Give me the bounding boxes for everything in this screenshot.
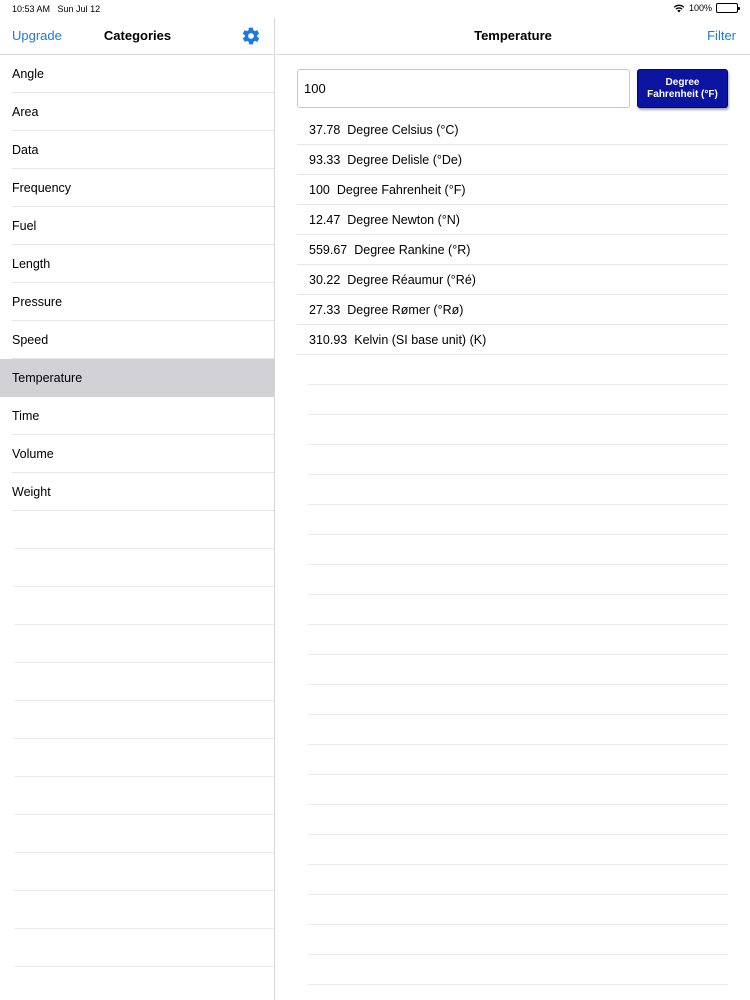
result-value: 93.33 xyxy=(309,153,341,167)
sidebar-item-area[interactable]: Area xyxy=(0,93,274,131)
sidebar-item-speed[interactable]: Speed xyxy=(0,321,274,359)
empty-list-row xyxy=(0,587,274,625)
empty-result-row xyxy=(297,895,728,925)
empty-result-row xyxy=(297,505,728,535)
empty-result-row xyxy=(297,415,728,445)
empty-result-row xyxy=(297,445,728,475)
result-unit: Degree Réaumur (°Ré) xyxy=(347,273,476,287)
result-value: 310.93 xyxy=(309,333,348,347)
sidebar-item-volume[interactable]: Volume xyxy=(0,435,274,473)
result-value: 12.47 xyxy=(309,213,341,227)
status-indicators: 100% xyxy=(673,3,740,13)
empty-list-row xyxy=(0,929,274,967)
empty-list-row xyxy=(0,625,274,663)
result-row[interactable]: 12.47 Degree Newton (°N) xyxy=(297,205,728,235)
result-unit: Degree Rankine (°R) xyxy=(354,243,471,257)
result-row[interactable]: 310.93 Kelvin (SI base unit) (K) xyxy=(297,325,728,355)
battery-percent: 100% xyxy=(688,3,712,13)
result-value: 559.67 xyxy=(309,243,348,257)
empty-result-row xyxy=(297,925,728,955)
result-value: 27.33 xyxy=(309,303,341,317)
unit-select-button[interactable]: Degree Fahrenheit (°F) xyxy=(637,69,728,108)
empty-result-row xyxy=(297,955,728,985)
result-value: 100 xyxy=(309,183,330,197)
status-clock: 10:53 AM xyxy=(12,4,51,14)
empty-list-row xyxy=(0,891,274,929)
empty-list-row xyxy=(0,967,274,1000)
empty-result-row xyxy=(297,835,728,865)
empty-list-row xyxy=(0,739,274,777)
empty-result-row xyxy=(297,355,728,385)
result-row[interactable]: 93.33 Degree Delisle (°De) xyxy=(297,145,728,175)
empty-list-row xyxy=(0,853,274,891)
sidebar-header: Upgrade Categories xyxy=(0,18,274,55)
result-value: 37.78 xyxy=(309,123,341,137)
empty-result-row xyxy=(297,685,728,715)
empty-result-row xyxy=(297,385,728,415)
empty-result-row xyxy=(297,625,728,655)
empty-list-row xyxy=(0,815,274,853)
empty-result-row xyxy=(297,865,728,895)
empty-result-row xyxy=(297,565,728,595)
empty-list-row xyxy=(0,701,274,739)
empty-list-row xyxy=(0,511,274,549)
empty-result-row xyxy=(297,745,728,775)
page-title: Temperature xyxy=(474,28,552,43)
result-row[interactable]: 100 Degree Fahrenheit (°F) xyxy=(297,175,728,205)
empty-result-row xyxy=(297,655,728,685)
empty-result-row xyxy=(297,595,728,625)
empty-result-row xyxy=(297,715,728,745)
empty-result-row xyxy=(297,535,728,565)
empty-list-row xyxy=(0,777,274,815)
category-list-empty-area xyxy=(0,511,274,1000)
result-unit: Degree Newton (°N) xyxy=(347,213,460,227)
value-input[interactable] xyxy=(297,69,630,108)
sidebar-item-temperature[interactable]: Temperature xyxy=(0,359,274,397)
sidebar-item-time[interactable]: Time xyxy=(0,397,274,435)
result-row[interactable]: 559.67 Degree Rankine (°R) xyxy=(297,235,728,265)
categories-sidebar: Upgrade Categories Angle Area Data Frequenc… xyxy=(0,18,275,1000)
result-unit: Degree Delisle (°De) xyxy=(347,153,463,167)
result-unit: Degree Fahrenheit (°F) xyxy=(336,183,466,197)
empty-result-row xyxy=(297,775,728,805)
sidebar-item-fuel[interactable]: Fuel xyxy=(0,207,274,245)
sidebar-title: Categories xyxy=(103,28,172,43)
main-header: Temperature Filter xyxy=(276,18,750,55)
category-list: Angle Area Data Frequency Fuel Length Pressure… xyxy=(0,55,274,511)
sidebar-item-weight[interactable]: Weight xyxy=(0,473,274,511)
battery-icon xyxy=(716,3,740,13)
input-row: Degree Fahrenheit (°F) xyxy=(297,69,729,109)
result-row[interactable]: 30.22 Degree Réaumur (°Ré) xyxy=(297,265,728,295)
empty-list-row xyxy=(0,549,274,587)
results-list: 37.78 Degree Celsius (°C) 93.33 Degree Deli… xyxy=(297,115,728,985)
result-unit: Degree Rømer (°Rø) xyxy=(347,303,464,317)
result-unit: Degree Celsius (°C) xyxy=(347,123,459,137)
empty-result-row xyxy=(297,805,728,835)
status-date: Sun Jul 12 xyxy=(57,4,101,14)
sidebar-item-angle[interactable]: Angle xyxy=(0,55,274,93)
filter-button[interactable]: Filter xyxy=(707,28,736,43)
sidebar-item-frequency[interactable]: Frequency xyxy=(0,169,274,207)
result-unit: Kelvin (SI base unit) (K) xyxy=(354,333,487,347)
gear-icon[interactable] xyxy=(241,26,261,46)
status-bar: 10:53 AM Sun Jul 12 100% xyxy=(0,0,750,18)
conversion-panel: Temperature Filter Degree Fahrenheit (°F… xyxy=(276,18,750,1000)
empty-result-row xyxy=(297,475,728,505)
sidebar-item-data[interactable]: Data xyxy=(0,131,274,169)
empty-list-row xyxy=(0,663,274,701)
result-row[interactable]: 27.33 Degree Rømer (°Rø) xyxy=(297,295,728,325)
sidebar-item-pressure[interactable]: Pressure xyxy=(0,283,274,321)
status-time: 10:53 AM Sun Jul 12 xyxy=(12,4,100,14)
sidebar-item-length[interactable]: Length xyxy=(0,245,274,283)
result-row[interactable]: 37.78 Degree Celsius (°C) xyxy=(297,115,728,145)
wifi-icon xyxy=(673,4,685,13)
result-value: 30.22 xyxy=(309,273,341,287)
